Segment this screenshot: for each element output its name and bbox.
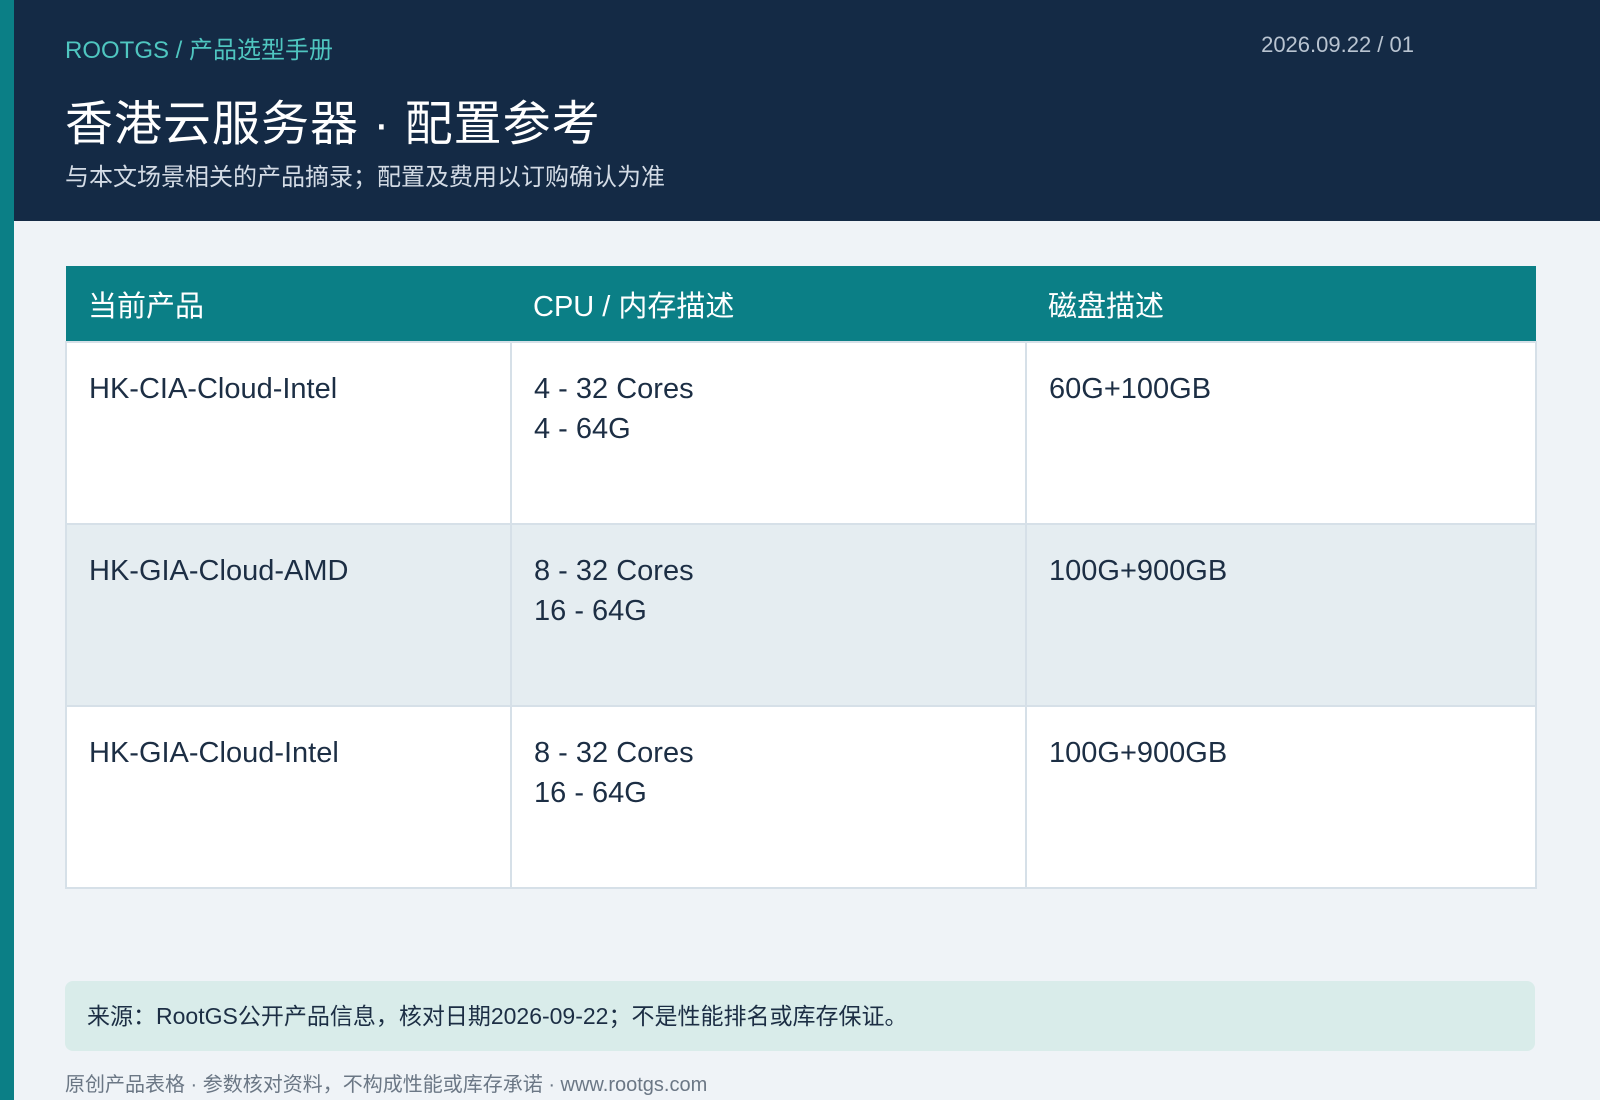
table-row: HK-GIA-Cloud-Intel 8 - 32 Cores 16 - 64G… (65, 705, 1537, 889)
table-row: HK-CIA-Cloud-Intel 4 - 32 Cores 4 - 64G … (65, 341, 1537, 525)
column-header-cpu-memory: CPU / 内存描述 (511, 266, 1026, 342)
cpu-memory-cell: 4 - 32 Cores 4 - 64G (510, 341, 1027, 525)
breadcrumb[interactable]: ROOTGS / 产品选型手册 (65, 30, 333, 65)
cpu-value: 8 - 32 Cores (534, 555, 694, 587)
document-id: 2026.09.22 / 01 (1261, 32, 1414, 57)
disk-cell: 60G+100GB (1025, 341, 1537, 525)
disk-cell: 100G+900GB (1025, 523, 1537, 707)
product-table-container: 当前产品 CPU / 内存描述 磁盘描述 HK-CIA-Cloud-Intel … (65, 266, 1537, 889)
page-subtitle: 与本文场景相关的产品摘录；配置及费用以订购确认为准 (65, 164, 665, 191)
cpu-value: 8 - 32 Cores (534, 737, 694, 769)
product-cell: HK-CIA-Cloud-Intel (65, 341, 512, 525)
product-table: 当前产品 CPU / 内存描述 磁盘描述 HK-CIA-Cloud-Intel … (65, 266, 1537, 889)
table-row: HK-GIA-Cloud-AMD 8 - 32 Cores 16 - 64G 1… (65, 523, 1537, 707)
product-cell: HK-GIA-Cloud-AMD (65, 523, 512, 707)
disk-cell: 100G+900GB (1025, 705, 1537, 889)
page-header: ROOTGS / 产品选型手册 2026.09.22 / 01 香港云服务器 ·… (14, 0, 1600, 221)
source-note: 来源：RootGS公开产品信息，核对日期2026-09-22；不是性能排名或库存… (65, 981, 1535, 1051)
cpu-memory-cell: 8 - 32 Cores 16 - 64G (510, 705, 1027, 889)
memory-value: 16 - 64G (534, 595, 647, 627)
column-header-disk: 磁盘描述 (1026, 266, 1536, 342)
cpu-value: 4 - 32 Cores (534, 373, 694, 405)
table-body: HK-CIA-Cloud-Intel 4 - 32 Cores 4 - 64G … (65, 341, 1537, 889)
cpu-memory-cell: 8 - 32 Cores 16 - 64G (510, 523, 1027, 707)
column-header-product: 当前产品 (66, 266, 511, 342)
footer-text: 原创产品表格 · 参数核对资料，不构成性能或库存承诺 · www.rootgs.… (65, 1074, 708, 1096)
memory-value: 16 - 64G (534, 777, 647, 809)
table-header-row: 当前产品 CPU / 内存描述 磁盘描述 (66, 266, 1536, 342)
product-cell: HK-GIA-Cloud-Intel (65, 705, 512, 889)
accent-bar (0, 0, 14, 1100)
memory-value: 4 - 64G (534, 413, 631, 445)
table-header: 当前产品 CPU / 内存描述 磁盘描述 (66, 266, 1536, 342)
page-title: 香港云服务器 · 配置参考 (65, 98, 601, 151)
